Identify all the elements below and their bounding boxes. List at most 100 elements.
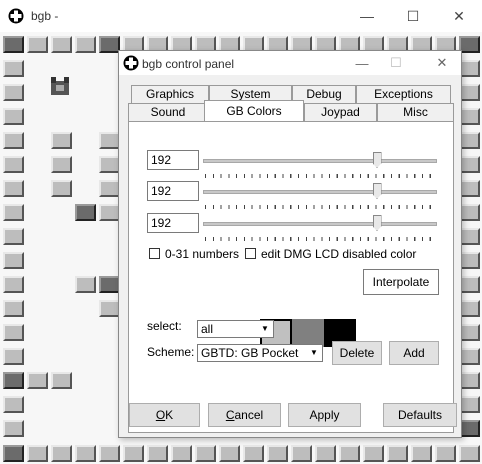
game-tile — [363, 445, 384, 462]
game-tile — [75, 36, 96, 53]
tab-sound[interactable]: Sound — [128, 103, 208, 121]
color-value-input[interactable] — [147, 213, 199, 233]
tab-joypad[interactable]: Joypad — [304, 103, 377, 121]
game-tile — [3, 252, 24, 269]
game-tile — [459, 276, 480, 293]
game-tile — [51, 445, 72, 462]
game-tile — [459, 132, 480, 149]
game-tile — [459, 372, 480, 389]
game-tile — [459, 348, 480, 365]
game-tile — [99, 36, 120, 53]
game-tile — [75, 276, 96, 293]
game-tile — [459, 252, 480, 269]
checkbox-0-31-numbers[interactable] — [149, 248, 160, 259]
panel-close-button[interactable]: ✕ — [425, 51, 459, 75]
game-tile — [459, 445, 480, 462]
game-tile — [459, 36, 480, 53]
control-panel-dialog: bgb control panel — ☐ ✕ Graphics System … — [118, 50, 462, 438]
bgb-app-icon — [123, 55, 139, 71]
game-tile — [3, 420, 24, 437]
main-titlebar[interactable]: bgb - — ☐ ✕ — [0, 0, 482, 32]
close-button[interactable]: ✕ — [436, 0, 482, 32]
game-tile — [3, 36, 24, 53]
defaults-button[interactable]: Defaults — [383, 403, 457, 427]
select-dropdown[interactable]: all ▼ — [197, 320, 274, 338]
game-tile — [3, 324, 24, 341]
game-tile — [99, 204, 120, 221]
game-tile — [27, 372, 48, 389]
main-window-title: bgb - — [31, 9, 59, 23]
game-tile — [459, 396, 480, 413]
delete-scheme-button[interactable]: Delete — [332, 341, 382, 365]
game-tile — [3, 300, 24, 317]
game-tile — [459, 300, 480, 317]
cancel-button[interactable]: Cancel — [208, 403, 281, 427]
player-sprite-icon — [51, 77, 69, 95]
game-tile — [339, 445, 360, 462]
panel-minimize-button[interactable]: — — [345, 51, 379, 75]
game-tile — [99, 156, 120, 173]
tab-exceptions[interactable]: Exceptions — [356, 85, 451, 103]
game-tile — [3, 132, 24, 149]
game-tile — [3, 204, 24, 221]
game-tile — [459, 84, 480, 101]
ok-button[interactable]: OK — [129, 403, 200, 427]
close-icon: ✕ — [436, 55, 448, 70]
game-tile — [51, 156, 72, 173]
game-tile — [99, 300, 120, 317]
game-tile — [123, 445, 144, 462]
scheme-label: Scheme: — [147, 345, 195, 359]
game-tile — [147, 445, 168, 462]
game-tile — [27, 445, 48, 462]
panel-maximize-button: ☐ — [379, 51, 413, 75]
game-tile — [171, 445, 192, 462]
game-tile — [3, 60, 24, 77]
close-icon: ✕ — [453, 7, 465, 24]
game-tile — [51, 180, 72, 197]
color-value-input[interactable] — [147, 181, 199, 201]
add-scheme-button[interactable]: Add — [389, 341, 439, 365]
game-tile — [75, 204, 96, 221]
slider-thumb[interactable] — [372, 152, 382, 168]
game-tile — [315, 445, 336, 462]
color-value-input[interactable] — [147, 150, 199, 170]
checkbox-edit-dmg-lcd[interactable] — [245, 248, 256, 259]
checkbox-edit-dmg-lcd-label: edit DMG LCD disabled color — [261, 247, 417, 261]
game-tile — [3, 372, 24, 389]
color-swatch[interactable] — [292, 319, 324, 347]
select-label: select: — [147, 319, 182, 333]
game-tile — [387, 445, 408, 462]
game-tile — [3, 180, 24, 197]
color-slider[interactable] — [203, 215, 437, 246]
maximize-icon: ☐ — [390, 55, 402, 70]
interpolate-button[interactable]: Interpolate — [363, 269, 439, 295]
game-tile — [291, 445, 312, 462]
slider-thumb[interactable] — [372, 183, 382, 199]
maximize-icon: ☐ — [406, 7, 420, 24]
apply-button[interactable]: Apply — [288, 403, 361, 427]
color-slider[interactable] — [203, 183, 437, 214]
game-tile — [3, 84, 24, 101]
game-tile — [3, 396, 24, 413]
game-tile — [3, 445, 24, 462]
game-tile — [3, 348, 24, 365]
game-tile — [3, 228, 24, 245]
game-tile — [51, 132, 72, 149]
tab-gb-colors[interactable]: GB Colors — [204, 100, 304, 121]
panel-titlebar[interactable]: bgb control panel — ☐ ✕ — [119, 51, 461, 75]
tab-misc[interactable]: Misc — [377, 103, 454, 121]
minimize-icon: — — [360, 8, 374, 24]
slider-thumb[interactable] — [372, 215, 382, 231]
game-tile — [243, 445, 264, 462]
chevron-down-icon: ▼ — [258, 322, 272, 336]
chevron-down-icon: ▼ — [307, 346, 321, 360]
tab-graphics[interactable]: Graphics — [131, 85, 209, 103]
color-slider[interactable] — [203, 152, 437, 183]
maximize-button[interactable]: ☐ — [390, 0, 436, 32]
game-tile — [99, 276, 120, 293]
game-tile — [219, 445, 240, 462]
game-tile — [195, 445, 216, 462]
minimize-button[interactable]: — — [344, 0, 390, 32]
game-tile — [411, 445, 432, 462]
scheme-dropdown[interactable]: GBTD: GB Pocket ▼ — [197, 344, 323, 362]
